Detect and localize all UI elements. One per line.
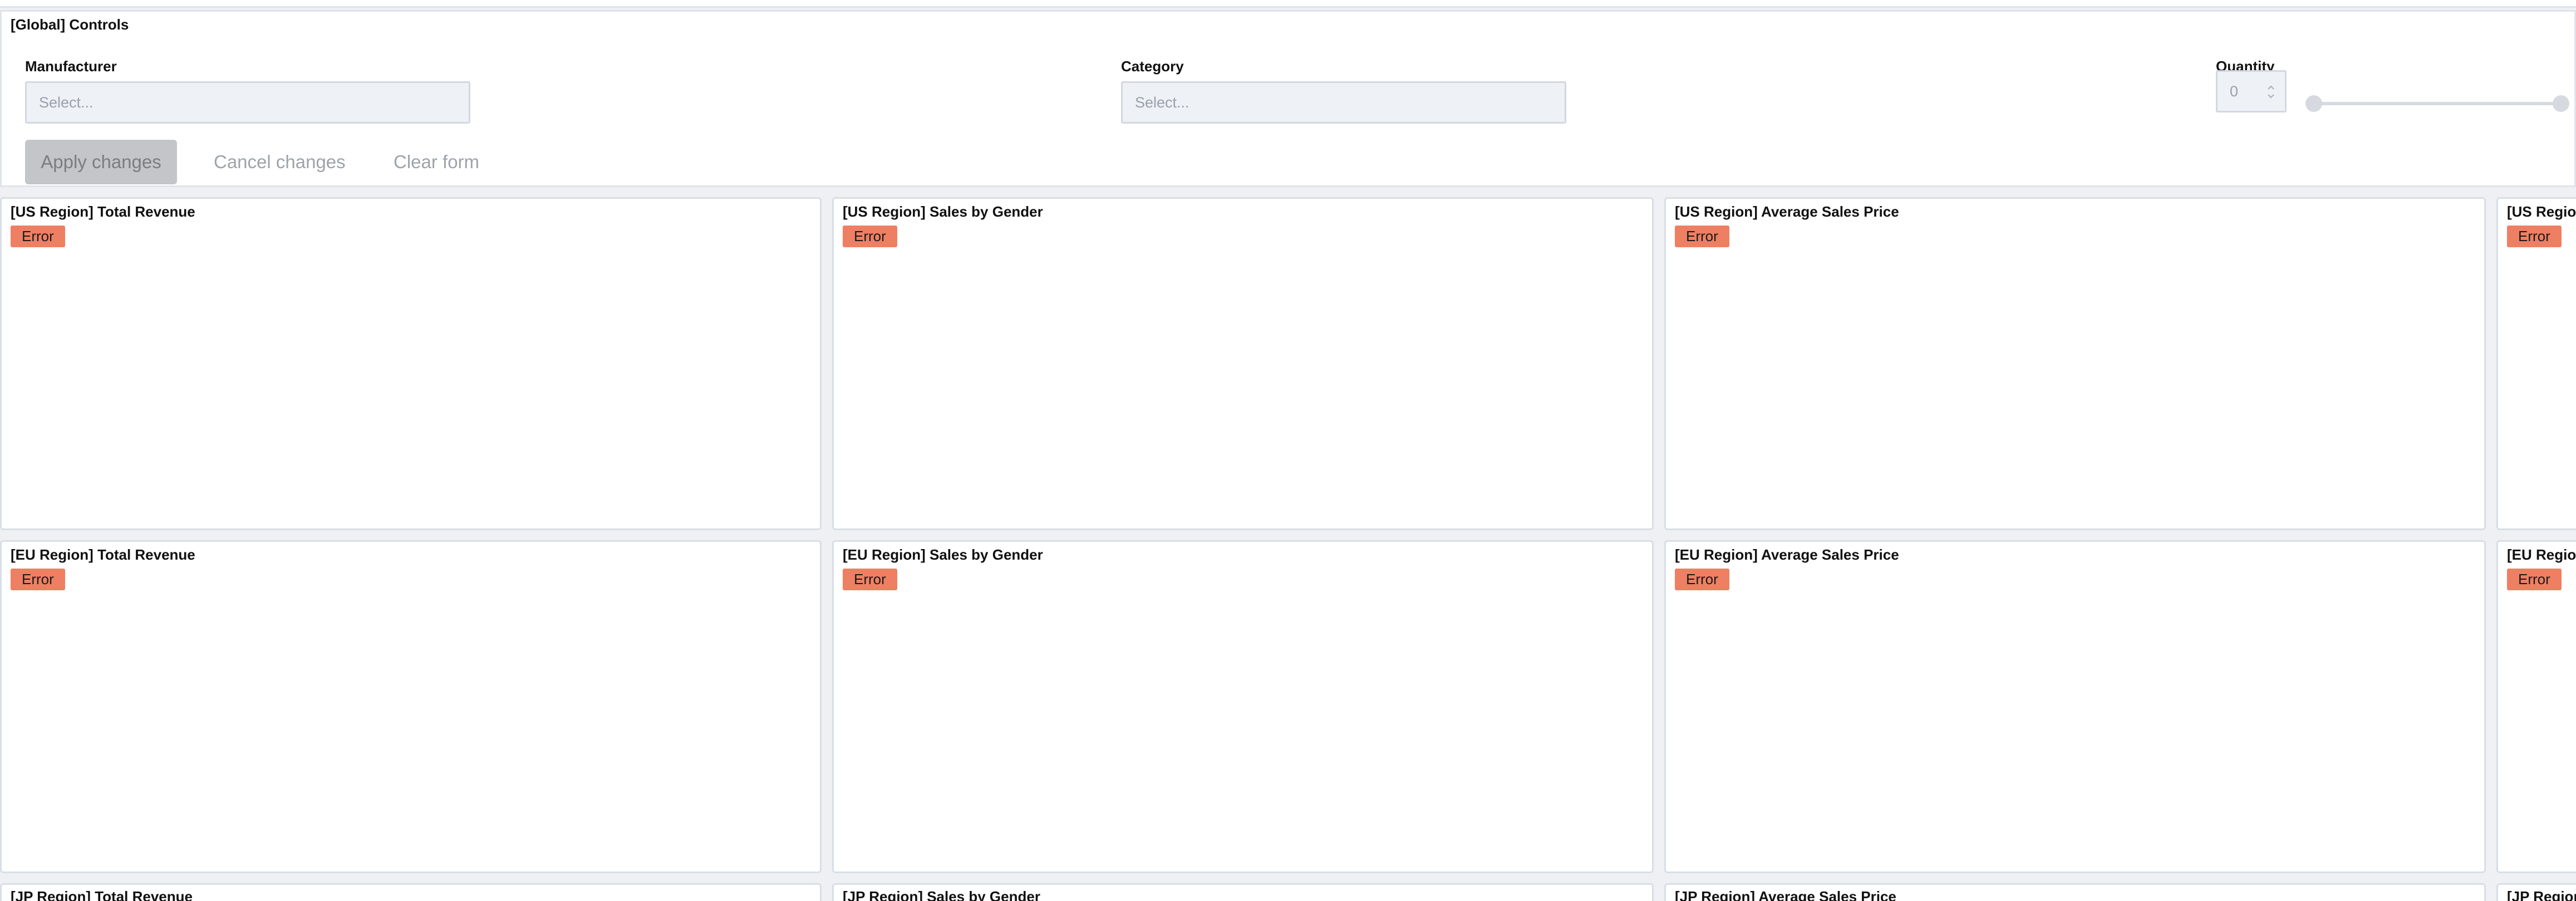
category-placeholder: Select... [1135, 94, 1189, 111]
chart-card: [JP Region] Average Sales Price [1664, 883, 2486, 901]
chart-card: [EU Region] Total Revenue Error [0, 540, 822, 873]
manufacturer-select[interactable]: Select... [25, 81, 470, 124]
manufacturer-label: Manufacturer [25, 58, 117, 75]
error-badge: Error [11, 569, 65, 590]
chart-card: [US Region] Error [2496, 197, 2576, 530]
cancel-changes-button[interactable]: Cancel changes [214, 140, 346, 184]
card-title: [EU Region] [2507, 546, 2576, 563]
card-title: [JP Region] Sales by Gender [843, 888, 1040, 901]
chart-card: [JP Region] Sales by Gender [832, 883, 1654, 901]
card-title: [EU Region] Sales by Gender [843, 546, 1043, 563]
top-header-strip [0, 0, 2576, 8]
chart-card: [US Region] Sales by Gender Error [832, 197, 1654, 530]
quantity-slider-track[interactable] [2313, 102, 2567, 105]
error-badge: Error [2507, 226, 2562, 247]
error-badge: Error [843, 569, 897, 590]
quantity-slider-min-thumb[interactable] [2305, 95, 2322, 112]
global-controls-panel: [Global] Controls Manufacturer Select...… [0, 10, 2576, 187]
quantity-value: 0 [2230, 83, 2239, 100]
card-title: [US Region] [2507, 203, 2576, 220]
manufacturer-placeholder: Select... [39, 94, 94, 111]
error-badge: Error [1675, 226, 1729, 247]
clear-form-button[interactable]: Clear form [394, 140, 479, 184]
card-title: [US Region] Sales by Gender [843, 203, 1043, 220]
quantity-stepper[interactable]: 0 [2216, 70, 2287, 112]
card-title: [JP Region] [2507, 888, 2576, 901]
error-badge: Error [11, 226, 65, 247]
chart-card: [JP Region] Total Revenue [0, 883, 822, 901]
chart-card: [EU Region] Average Sales Price Error [1664, 540, 2486, 873]
chart-card: [EU Region] Sales by Gender Error [832, 540, 1654, 873]
card-title: [JP Region] Total Revenue [11, 888, 193, 901]
error-badge: Error [2507, 569, 2562, 590]
card-title: [JP Region] Average Sales Price [1675, 888, 1896, 901]
chart-card: [US Region] Total Revenue Error [0, 197, 822, 530]
card-title: [EU Region] Total Revenue [11, 546, 195, 563]
chart-card: [EU Region] Error [2496, 540, 2576, 873]
card-title: [EU Region] Average Sales Price [1675, 546, 1899, 563]
chart-card: [JP Region] [2496, 883, 2576, 901]
card-title: [US Region] Total Revenue [11, 203, 195, 220]
card-title: [US Region] Average Sales Price [1675, 203, 1899, 220]
stepper-arrows-icon[interactable] [2266, 82, 2276, 102]
error-badge: Error [843, 226, 897, 247]
quantity-slider-max-thumb[interactable] [2553, 95, 2569, 112]
chart-card: [US Region] Average Sales Price Error [1664, 197, 2486, 530]
error-badge: Error [1675, 569, 1729, 590]
apply-changes-button[interactable]: Apply changes [25, 140, 177, 184]
controls-title: [Global] Controls [11, 16, 129, 33]
category-select[interactable]: Select... [1121, 81, 1566, 124]
category-label: Category [1121, 58, 1184, 75]
